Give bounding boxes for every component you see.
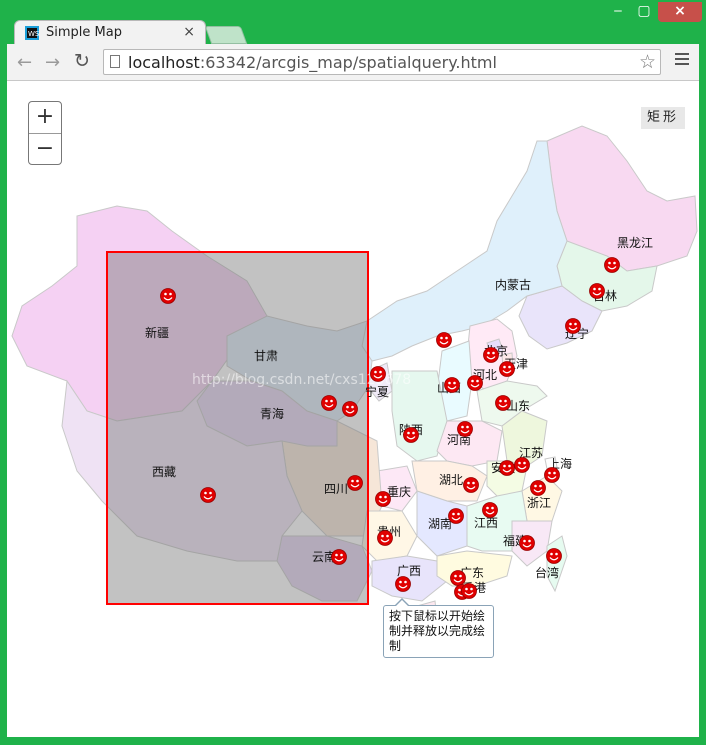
smiley-face-icon[interactable] [463,477,479,493]
province-label: 湖南 [428,516,452,531]
province-label: 黑龙江 [617,236,653,250]
smiley-face-icon[interactable] [461,583,477,599]
china-map[interactable]: http://blog.csdn.net/cxs123678 黑龙江吉林辽宁内蒙… [7,81,699,737]
url-host: localhost [128,53,200,72]
smiley-face-icon[interactable] [450,570,466,586]
province-taiwan [546,535,568,593]
zoom-control: + − [28,101,62,165]
smiley-face-icon[interactable] [448,508,464,524]
smiley-face-icon[interactable] [331,549,347,565]
province-label: 广西 [397,564,421,578]
rectangle-draw-button[interactable]: 矩形 [641,107,685,129]
page-icon [110,55,120,68]
smiley-face-icon[interactable] [200,487,216,503]
province-label: 内蒙古 [495,277,531,292]
province-label: 浙江 [527,496,551,510]
province-label: 甘肃 [254,349,278,363]
menu-icon[interactable] [675,53,689,68]
smiley-face-icon[interactable] [375,491,391,507]
smiley-face-icon[interactable] [377,530,393,546]
forward-arrow-icon[interactable]: → [45,52,60,73]
province-label: 青海 [260,406,284,421]
zoom-in-button[interactable]: + [29,102,61,134]
webstorm-favicon-icon: WS [25,26,39,40]
bookmark-star-icon[interactable]: ☆ [639,51,656,73]
title-bar: WS Simple Map × ‒ ▢ × [0,0,706,44]
draw-tooltip: 按下鼠标以开始绘制并释放以完成绘制 [383,598,494,658]
smiley-face-icon[interactable] [370,366,386,382]
new-tab-button[interactable] [204,26,248,44]
smiley-face-icon[interactable] [544,467,560,483]
smiley-face-icon[interactable] [444,377,460,393]
back-arrow-icon[interactable]: ← [17,52,32,73]
province-label: 台湾 [535,565,559,580]
page-viewport: http://blog.csdn.net/cxs123678 黑龙江 吉林 辽宁 内蒙… [7,81,699,737]
browser-window: WS Simple Map × ‒ ▢ × ← → ↻ localhost:63… [0,0,706,745]
smiley-face-icon[interactable] [436,332,452,348]
smiley-face-icon[interactable] [530,480,546,496]
smiley-face-icon[interactable] [483,347,499,363]
smiley-face-icon[interactable] [160,288,176,304]
tab-title: Simple Map [46,25,122,40]
reload-icon[interactable]: ↻ [74,50,90,72]
smiley-face-icon[interactable] [514,457,530,473]
browser-tab[interactable]: WS Simple Map × [14,20,206,44]
province-label: 宁夏 [365,384,389,399]
smiley-face-icon[interactable] [395,576,411,592]
smiley-face-icon[interactable] [342,401,358,417]
province-label: 四川 [324,482,348,496]
smiley-face-icon[interactable] [499,460,515,476]
address-bar[interactable]: localhost:63342/arcgis_map/spatialquery.… [103,49,661,75]
minimize-button[interactable]: ‒ [605,2,631,22]
smiley-face-icon[interactable] [589,283,605,299]
province-label: 江西 [474,516,498,530]
smiley-face-icon[interactable] [321,395,337,411]
smiley-face-icon[interactable] [495,395,511,411]
url-text: localhost:63342/arcgis_map/spatialquery.… [128,53,497,72]
smiley-face-icon[interactable] [403,427,419,443]
svg-text:WS: WS [28,30,39,38]
smiley-face-icon[interactable] [546,548,562,564]
smiley-face-icon[interactable] [499,361,515,377]
zoom-out-button[interactable]: − [29,134,61,165]
smiley-face-icon[interactable] [467,375,483,391]
smiley-face-icon[interactable] [565,318,581,334]
province-label: 湖北 [439,472,463,487]
maximize-button[interactable]: ▢ [631,2,657,22]
tab-close-icon[interactable]: × [183,24,195,40]
smiley-face-icon[interactable] [482,502,498,518]
url-path: :63342/arcgis_map/spatialquery.html [199,53,497,72]
smiley-face-icon[interactable] [519,535,535,551]
smiley-face-icon[interactable] [347,475,363,491]
close-window-button[interactable]: × [658,2,702,22]
smiley-face-icon[interactable] [457,421,473,437]
smiley-face-icon[interactable] [604,257,620,273]
province-label: 西藏 [152,465,176,479]
province-label: 新疆 [145,325,169,340]
browser-toolbar: ← → ↻ localhost:63342/arcgis_map/spatial… [7,44,699,81]
province-guangxi [371,555,448,602]
